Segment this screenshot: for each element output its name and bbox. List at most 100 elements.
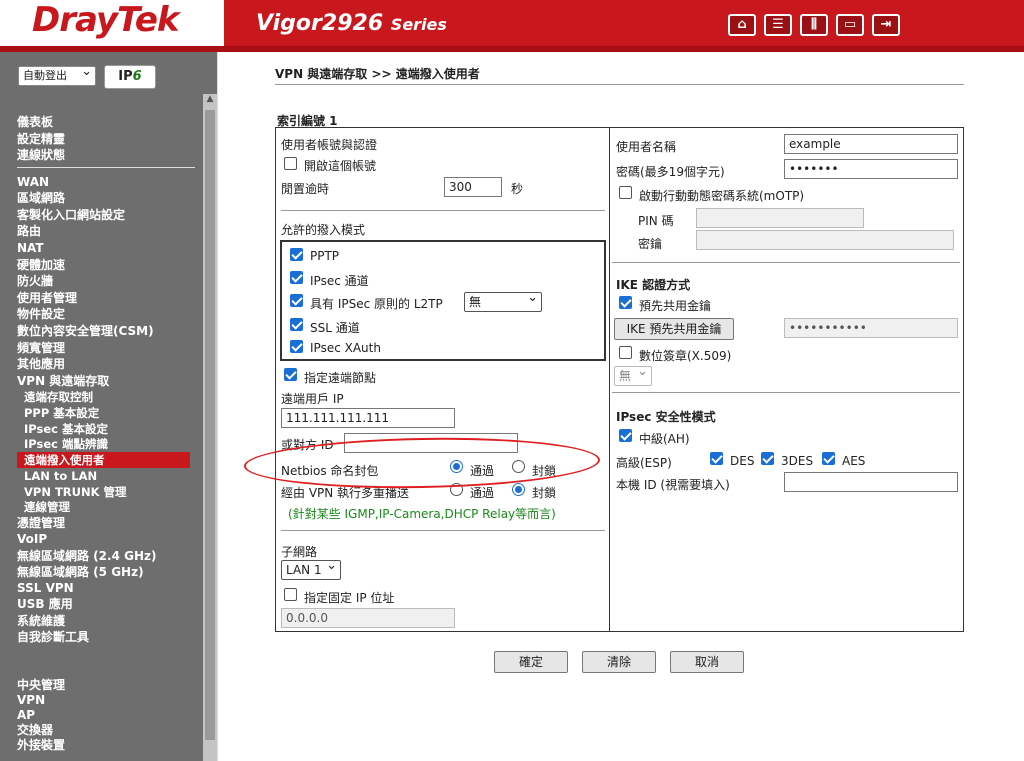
username-input[interactable]: example: [784, 134, 958, 154]
idle-timeout-input[interactable]: 300: [444, 177, 502, 197]
cert-checkbox[interactable]: [619, 346, 632, 359]
save-icon[interactable]: ▭: [836, 14, 864, 36]
pin-input[interactable]: [696, 208, 864, 228]
ike-psk-button[interactable]: IKE 預先共用金鑰: [614, 318, 734, 340]
auto-logout-select[interactable]: 自動登出: [18, 64, 96, 86]
allowed-modes-box: PPTP IPsec 通道 具有 IPSec 原則的 L2TP 無 SSL 通道…: [280, 240, 606, 361]
cancel-button[interactable]: 取消: [670, 651, 744, 673]
ipv6-prefix: IP: [118, 69, 133, 84]
netbios-block-radio[interactable]: [512, 460, 525, 473]
sidebar-item[interactable]: 無線區域網路 (5 GHz): [17, 564, 144, 580]
specify-remote-node-checkbox[interactable]: [284, 368, 297, 381]
enable-account-checkbox[interactable]: [284, 157, 297, 170]
ssl-tunnel-checkbox[interactable]: [290, 318, 303, 331]
sidebar-item[interactable]: 客製化入口網站設定: [17, 207, 125, 223]
sidebar-subitem[interactable]: IPsec 端點辨識: [24, 436, 108, 452]
sidebar-item[interactable]: WAN: [17, 174, 49, 190]
sliders-icon[interactable]: ⫼: [800, 14, 828, 36]
sidebar-item[interactable]: 使用者管理: [17, 290, 77, 306]
l2tp-checkbox[interactable]: [290, 294, 303, 307]
sidebar-item[interactable]: USB 應用: [17, 596, 73, 612]
des-checkbox[interactable]: [710, 452, 723, 465]
pptp-checkbox[interactable]: [290, 248, 303, 261]
remote-client-ip-label: 遠端用戶 IP: [281, 392, 344, 406]
subnet-select[interactable]: LAN 1: [281, 558, 341, 580]
sidebar-item[interactable]: AP: [17, 707, 35, 723]
sidebar-item[interactable]: 數位內容安全管理(CSM): [17, 323, 154, 339]
3des-checkbox[interactable]: [761, 452, 774, 465]
logout-icon[interactable]: ⇥: [872, 14, 900, 36]
scroll-thumb[interactable]: [205, 110, 215, 740]
multicast-block-radio[interactable]: [512, 483, 525, 496]
specify-remote-node-label: 指定遠端節點: [304, 371, 377, 385]
sidebar-item[interactable]: 儀表板: [17, 114, 53, 130]
sidebar-subitem[interactable]: VPN TRUNK 管理: [24, 484, 127, 500]
secret-input[interactable]: [696, 230, 954, 250]
sidebar-item[interactable]: 區域網路: [17, 190, 65, 206]
sidebar-item[interactable]: 設定精靈: [17, 131, 65, 147]
cert-label: 數位簽章(X.509): [639, 349, 732, 363]
breadcrumb: VPN 與遠端存取 >> 遠端撥入使用者: [275, 67, 480, 81]
sidebar-item[interactable]: SSL VPN: [17, 580, 74, 596]
cert-select[interactable]: 無: [614, 364, 652, 386]
divider: [612, 392, 960, 393]
sidebar-item[interactable]: 連線狀態: [17, 147, 65, 163]
divider: [281, 210, 605, 211]
sidebar-item[interactable]: 防火牆: [17, 273, 53, 289]
model-main: Vigor2926: [256, 11, 384, 36]
l2tp-policy-select[interactable]: 無: [464, 290, 542, 312]
ok-button[interactable]: 確定: [494, 651, 568, 673]
local-id-input[interactable]: [784, 472, 958, 492]
sidebar-subitem[interactable]: 連線管理: [24, 499, 70, 515]
aes-checkbox[interactable]: [822, 452, 835, 465]
sidebar-item[interactable]: 外接裝置: [17, 737, 65, 753]
sidebar-item[interactable]: 路由: [17, 223, 41, 239]
sidebar-item[interactable]: VPN: [17, 692, 45, 708]
ipsec-tunnel-checkbox[interactable]: [290, 271, 303, 284]
sidebar-subitem[interactable]: 遠端存取控制: [24, 389, 93, 405]
draytek-logo: DrayTek: [32, 0, 180, 40]
clear-button[interactable]: 清除: [582, 651, 656, 673]
sidebar-item[interactable]: 無線區域網路 (2.4 GHz): [17, 548, 156, 564]
home-icon[interactable]: ⌂: [728, 14, 756, 36]
column-divider: [609, 128, 610, 631]
sidebar-item[interactable]: VPN 與遠端存取: [17, 373, 109, 389]
sidebar-subitem[interactable]: PPP 基本設定: [24, 405, 99, 421]
ipv6-badge[interactable]: IP6: [104, 65, 156, 89]
scroll-up-icon[interactable]: ▲: [203, 94, 217, 108]
netbios-pass-label: 通過: [470, 464, 495, 478]
allowed-modes-title: 允許的撥入模式: [281, 223, 366, 237]
motp-checkbox[interactable]: [619, 186, 632, 199]
pptp-label: PPTP: [310, 249, 340, 263]
sidebar-item[interactable]: 物件設定: [17, 306, 65, 322]
sidebar-item[interactable]: 憑證管理: [17, 515, 65, 531]
account-section-title: 使用者帳號與認證: [281, 138, 378, 152]
sidebar-item[interactable]: 中央管理: [17, 677, 65, 693]
sidebar-item-remote-dialin-active[interactable]: 遠端撥入使用者: [17, 452, 190, 469]
sidebar-scrollbar[interactable]: ▲: [203, 94, 217, 761]
list-icon[interactable]: ☰: [764, 14, 792, 36]
sidebar-item[interactable]: 頻寬管理: [17, 340, 65, 356]
sidebar-subitem[interactable]: IPsec 基本設定: [24, 421, 108, 437]
sidebar-item[interactable]: 交換器: [17, 722, 53, 738]
netbios-pass-radio[interactable]: [450, 460, 463, 473]
remote-client-ip-input[interactable]: 111.111.111.111: [281, 408, 455, 428]
fixed-ip-input[interactable]: 0.0.0.0: [281, 608, 455, 628]
multicast-pass-radio[interactable]: [450, 483, 463, 496]
peer-id-input[interactable]: [344, 433, 518, 453]
sidebar-item[interactable]: VoIP: [17, 531, 47, 547]
ipv6-suffix: 6: [132, 69, 142, 84]
sidebar-item[interactable]: 硬體加速: [17, 257, 65, 273]
sidebar-item[interactable]: 系統維護: [17, 613, 65, 629]
multicast-pass-label: 通過: [470, 486, 495, 500]
fixed-ip-checkbox[interactable]: [284, 588, 297, 601]
psk-checkbox[interactable]: [619, 296, 632, 309]
sidebar-item[interactable]: 自我診斷工具: [17, 629, 89, 645]
password-input[interactable]: •••••••: [784, 159, 958, 179]
sidebar-subitem[interactable]: LAN to LAN: [24, 468, 97, 484]
sidebar-item[interactable]: 其他應用: [17, 356, 65, 372]
ah-checkbox[interactable]: [619, 429, 632, 442]
ipsec-xauth-checkbox[interactable]: [290, 340, 303, 353]
sidebar-item[interactable]: NAT: [17, 240, 44, 256]
psk-value[interactable]: •••••••••••: [784, 318, 958, 338]
